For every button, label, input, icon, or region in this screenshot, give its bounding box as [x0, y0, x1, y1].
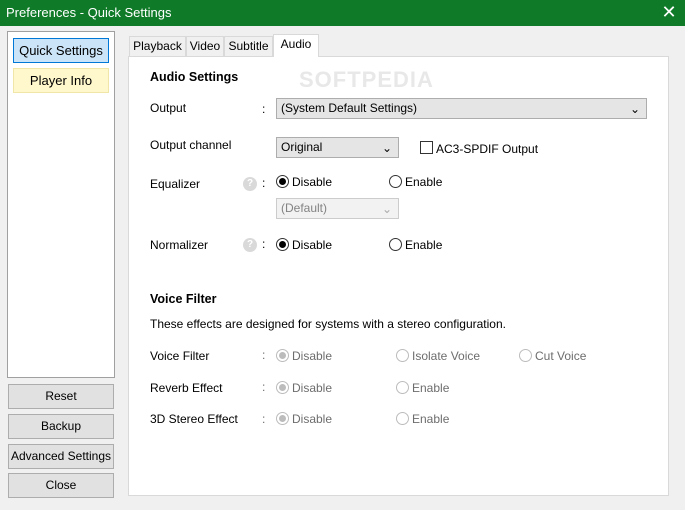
- output-channel-select[interactable]: Original ⌄: [276, 137, 399, 158]
- title-bar: Preferences - Quick Settings ✕: [0, 0, 685, 26]
- audio-settings-heading: Audio Settings: [150, 70, 239, 84]
- help-icon[interactable]: ?: [243, 238, 257, 252]
- window-title: Preferences - Quick Settings: [6, 5, 172, 20]
- voice-filter-heading: Voice Filter: [150, 292, 217, 306]
- equalizer-preset-select: (Default) ⌄: [276, 198, 399, 219]
- reverb-disable-radio: Disable: [276, 381, 332, 395]
- reverb-enable-radio: Enable: [396, 381, 449, 395]
- category-list: Quick Settings Player Info: [7, 31, 115, 378]
- output-channel-value: Original: [281, 140, 323, 154]
- equalizer-enable-label: Enable: [405, 175, 443, 189]
- watermark: SOFTPEDIA: [299, 67, 434, 92]
- radio-selected-icon: [276, 349, 289, 362]
- radio-icon: [389, 238, 402, 251]
- reverb-effect-label: Reverb Effect: [150, 381, 223, 395]
- voice-filter-disable-label: Disable: [292, 349, 333, 363]
- ac3-spdif-label: AC3-SPDIF Output: [436, 142, 539, 156]
- radio-icon: [396, 381, 409, 394]
- cut-voice-label: Cut Voice: [535, 349, 587, 363]
- normalizer-label: Normalizer: [150, 238, 209, 252]
- output-select[interactable]: (System Default Settings) ⌄: [276, 98, 647, 119]
- nav-item-quick-settings[interactable]: Quick Settings: [13, 38, 109, 63]
- stereo-colon: :: [262, 412, 266, 426]
- radio-selected-icon: [276, 381, 289, 394]
- reverb-colon: :: [262, 380, 266, 394]
- close-button[interactable]: Close: [8, 473, 114, 498]
- equalizer-label: Equalizer: [150, 177, 201, 191]
- cut-voice-radio: Cut Voice: [519, 349, 586, 363]
- reverb-disable-label: Disable: [292, 381, 333, 395]
- equalizer-colon: :: [262, 176, 266, 190]
- chevron-down-icon: ⌄: [381, 141, 392, 155]
- radio-selected-icon: [276, 238, 289, 251]
- radio-selected-icon: [276, 175, 289, 188]
- output-colon: :: [262, 102, 266, 116]
- ac3-spdif-checkbox[interactable]: [420, 141, 433, 154]
- radio-selected-icon: [276, 412, 289, 425]
- tab-audio[interactable]: Audio: [273, 34, 319, 57]
- voice-filter-disable-radio: Disable: [276, 349, 332, 363]
- reset-button[interactable]: Reset: [8, 384, 114, 409]
- stereo-enable-label: Enable: [412, 412, 450, 426]
- normalizer-enable-radio[interactable]: Enable: [389, 238, 442, 252]
- isolate-voice-radio: Isolate Voice: [396, 349, 480, 363]
- output-select-value: (System Default Settings): [281, 101, 418, 115]
- tab-video[interactable]: Video: [186, 36, 224, 56]
- reverb-enable-label: Enable: [412, 381, 450, 395]
- stereo-effect-label: 3D Stereo Effect: [150, 412, 238, 426]
- normalizer-disable-label: Disable: [292, 238, 333, 252]
- equalizer-disable-radio[interactable]: Disable: [276, 175, 332, 189]
- dialog-body: Quick Settings Player Info Reset Backup …: [0, 26, 685, 510]
- help-icon[interactable]: ?: [243, 177, 257, 191]
- output-channel-label: Output channel: [150, 138, 232, 152]
- radio-icon: [519, 349, 532, 362]
- stereo-disable-radio: Disable: [276, 412, 332, 426]
- chevron-down-icon: ⌄: [629, 102, 640, 116]
- nav-item-player-info[interactable]: Player Info: [13, 68, 109, 93]
- chevron-down-icon: ⌄: [381, 202, 392, 216]
- output-label: Output: [150, 101, 187, 115]
- radio-icon: [396, 349, 409, 362]
- tab-subtitle[interactable]: Subtitle: [224, 36, 273, 56]
- equalizer-enable-radio[interactable]: Enable: [389, 175, 442, 189]
- normalizer-colon: :: [262, 237, 266, 251]
- isolate-voice-label: Isolate Voice: [412, 349, 481, 363]
- audio-tab-panel: SOFTPEDIA Audio Settings Output : (Syste…: [128, 56, 669, 496]
- stereo-note: These effects are designed for systems w…: [150, 317, 506, 331]
- close-icon[interactable]: ✕: [661, 2, 677, 22]
- radio-icon: [389, 175, 402, 188]
- voice-filter-label: Voice Filter: [150, 349, 210, 363]
- normalizer-enable-label: Enable: [405, 238, 443, 252]
- voice-filter-colon: :: [262, 348, 266, 362]
- backup-preferences-button[interactable]: Backup Preferences: [8, 414, 114, 456]
- equalizer-disable-label: Disable: [292, 175, 333, 189]
- stereo-enable-radio: Enable: [396, 412, 449, 426]
- normalizer-disable-radio[interactable]: Disable: [276, 238, 332, 252]
- radio-icon: [396, 412, 409, 425]
- equalizer-preset-value: (Default): [281, 201, 328, 215]
- stereo-disable-label: Disable: [292, 412, 333, 426]
- tab-playback[interactable]: Playback: [129, 36, 186, 56]
- advanced-settings-button[interactable]: Advanced Settings: [8, 444, 114, 469]
